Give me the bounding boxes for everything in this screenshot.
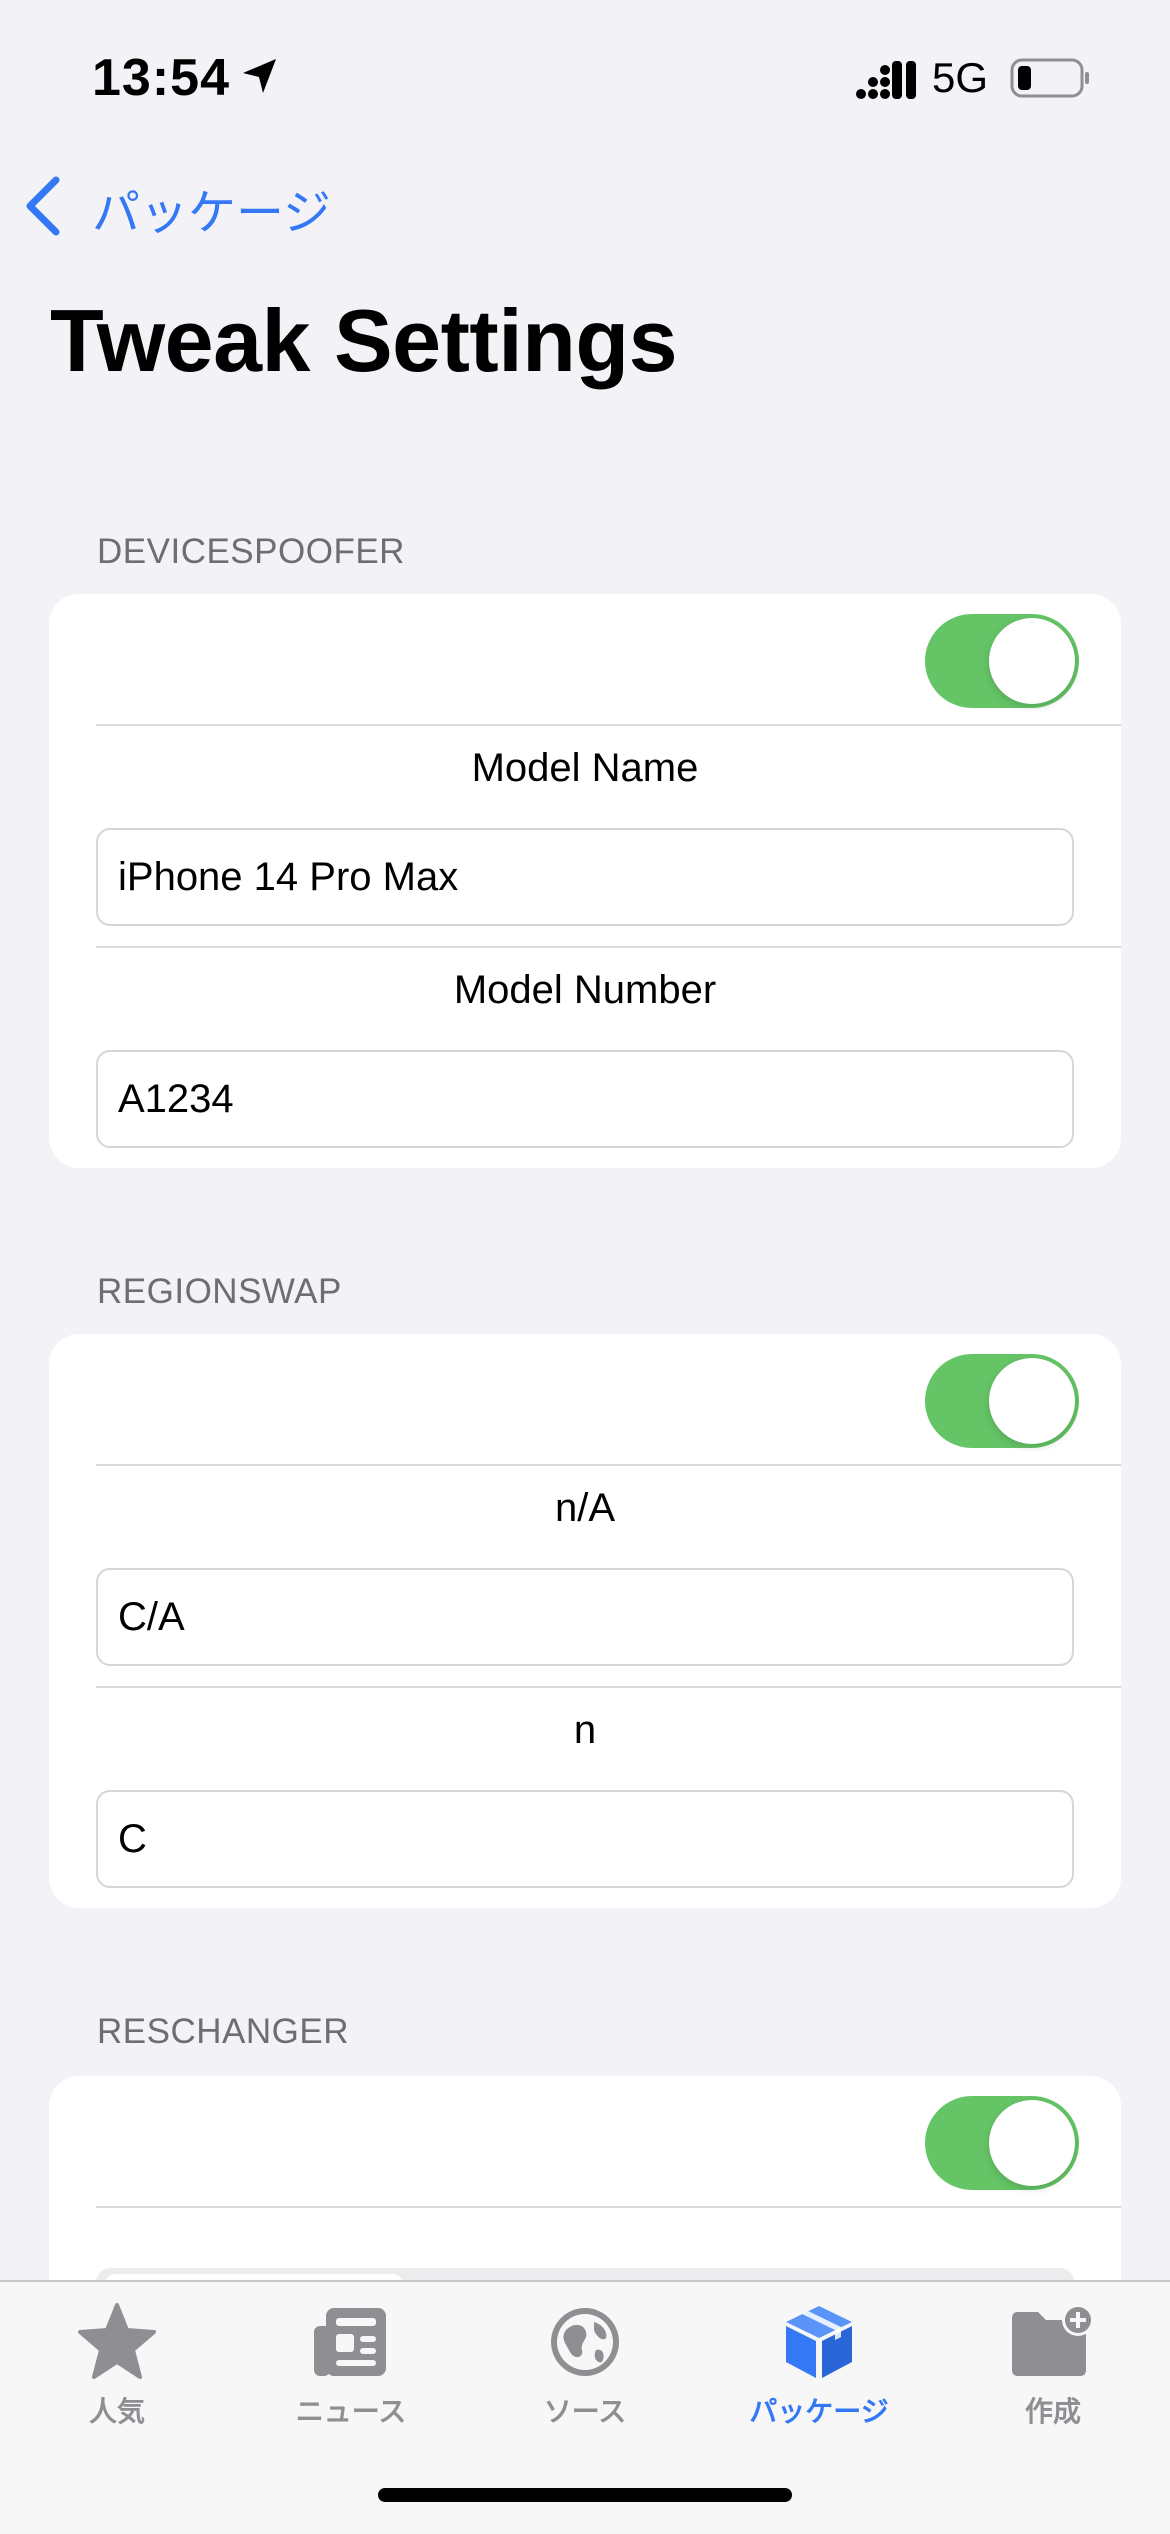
region-ca-field[interactable]: C/A — [96, 1568, 1074, 1666]
regionswap-toggle[interactable] — [925, 1354, 1079, 1448]
separator — [96, 1686, 1121, 1688]
home-indicator — [378, 2488, 792, 2502]
model-name-field[interactable]: iPhone 14 Pro Max — [96, 828, 1074, 926]
toggle-knob — [989, 618, 1075, 704]
location-arrow-icon — [240, 56, 280, 101]
status-bar: 13:54 5G — [0, 0, 1170, 150]
separator — [96, 724, 1121, 726]
package-icon — [778, 2302, 860, 2387]
model-name-label: Model Name — [471, 746, 699, 790]
tab-popular[interactable]: 人気 — [0, 2282, 234, 2442]
star-icon — [76, 2302, 158, 2387]
model-number-label: Model Number — [453, 968, 717, 1012]
tab-label: ソース — [543, 2395, 627, 2428]
region-n-label: n — [573, 1708, 597, 1752]
chevron-left-icon — [24, 176, 62, 241]
tab-create[interactable]: 作成 — [936, 2282, 1170, 2442]
section-header-reschanger: RESCHANGER — [97, 2012, 349, 2051]
folder-plus-icon — [1008, 2302, 1098, 2387]
devicespoofer-card: Model Name iPhone 14 Pro Max Model Numbe… — [49, 594, 1121, 1168]
model-number-field[interactable]: A1234 — [96, 1050, 1074, 1148]
devicespoofer-toggle[interactable] — [925, 614, 1079, 708]
separator — [96, 2206, 1121, 2208]
back-button-label: パッケージ — [92, 185, 332, 241]
region-c-field[interactable]: C — [96, 1790, 1074, 1888]
separator — [96, 1464, 1121, 1466]
section-header-devicespoofer: DEVICESPOOFER — [97, 532, 405, 571]
signal-icon — [855, 60, 917, 105]
tab-label: パッケージ — [749, 2395, 889, 2428]
globe-icon — [544, 2302, 626, 2387]
back-button[interactable]: パッケージ — [24, 168, 331, 248]
network-label: 5G — [932, 54, 989, 101]
tab-news[interactable]: ニュース — [234, 2282, 468, 2442]
regionswap-card: n/A C/A n C — [49, 1334, 1121, 1908]
toggle-knob — [989, 1358, 1075, 1444]
reschanger-toggle[interactable] — [925, 2096, 1079, 2190]
toggle-knob — [989, 2100, 1075, 2186]
section-header-regionswap: REGIONSWAP — [97, 1272, 342, 1311]
tab-packages[interactable]: パッケージ — [702, 2282, 936, 2442]
tab-sources[interactable]: ソース — [468, 2282, 702, 2442]
tab-label: 作成 — [1024, 2395, 1081, 2428]
region-na-label: n/A — [554, 1486, 616, 1530]
tab-label: 人気 — [88, 2395, 145, 2428]
tab-label: ニュース — [295, 2395, 407, 2428]
battery-icon — [1010, 58, 1092, 103]
newspaper-icon — [310, 2302, 392, 2387]
page-title: Tweak Settings — [50, 291, 678, 390]
status-time: 13:54 — [92, 49, 230, 107]
separator — [96, 946, 1121, 948]
